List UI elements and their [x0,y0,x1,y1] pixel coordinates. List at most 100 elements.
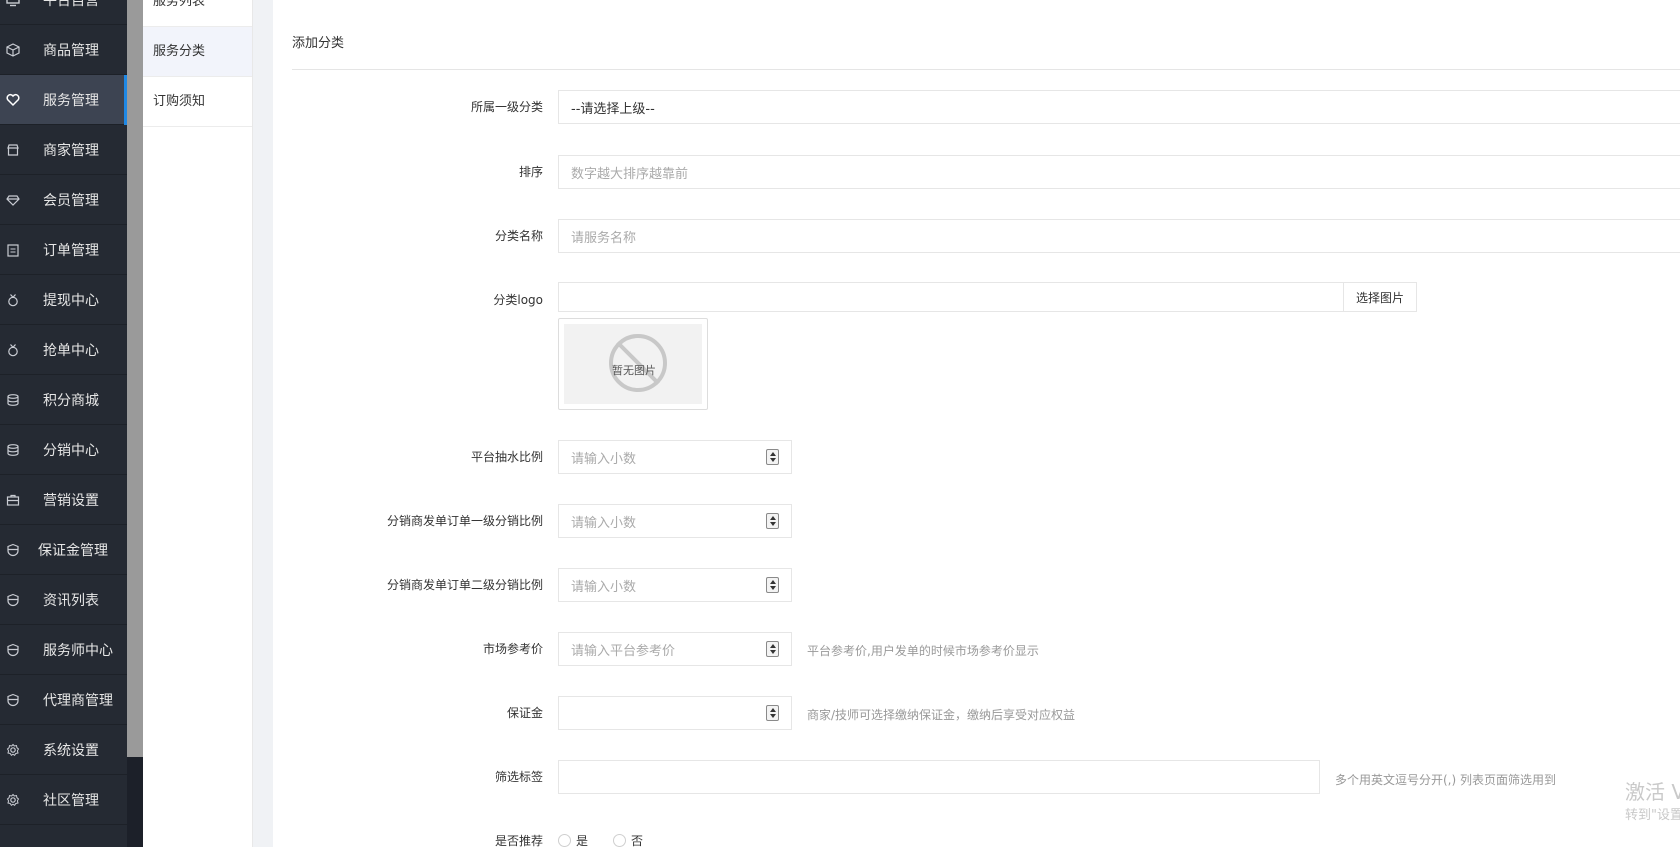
subnav-item-order-notice[interactable]: 订购须知 [143,77,252,127]
medal-icon [5,342,21,358]
deposit-input[interactable] [558,696,792,730]
sidebar-item-label: 提现中心 [43,292,99,309]
level2-ratio-label: 分销商发单订单二级分销比例 [386,578,543,592]
recommend-no-radio[interactable] [613,834,626,847]
sidebar-scrollbar[interactable] [127,0,143,847]
briefcase-icon [5,492,21,508]
sidebar-item-label: 会员管理 [43,192,99,209]
divider [292,69,1680,70]
subnav: 服务列表 服务分类 订购须知 [143,0,253,847]
sidebar-item-label: 服务管理 [43,92,99,109]
monitor-icon [5,0,21,8]
database-icon [5,442,21,458]
subnav-item-service-category[interactable]: 服务分类 [143,27,252,77]
gear-icon [5,792,21,808]
number-stepper[interactable] [766,577,779,593]
sidebar-item-label: 分销中心 [43,442,99,459]
select-image-button[interactable]: 选择图片 [1343,282,1417,312]
level1-ratio-label: 分销商发单订单一级分销比例 [386,514,543,528]
market-price-label: 市场参考价 [482,642,543,656]
deposit-label: 保证金 [506,706,543,720]
sidebar-item-label: 订单管理 [43,242,99,259]
category-name-label: 分类名称 [494,229,543,243]
category-name-input[interactable]: 请服务名称 [558,219,1680,253]
level1-ratio-input[interactable]: 请输入小数 [558,504,792,538]
logo-path-input[interactable] [558,282,1344,312]
sidebar-item-marketing[interactable]: 营销设置 [0,475,127,525]
shield-icon [5,592,21,608]
shield-icon [5,692,21,708]
gear-icon [5,742,21,758]
sort-placeholder: 数字越大排序越靠前 [571,166,689,182]
sidebar-item-label: 平台自营 [43,0,99,9]
number-stepper[interactable] [766,705,779,721]
sidebar: 平台自营 商品管理 服务管理 商家管理 会员管理 订单管理 提现中心 抢单中心 [0,0,143,847]
recommend-label: 是否推荐 [494,834,543,847]
page-title: 添加分类 [292,36,345,51]
filter-tags-hint: 多个用英文逗号分开(,) 列表页面筛选用到 [1335,773,1556,787]
logo-label: 分类logo [493,293,543,307]
sidebar-item-withdraw[interactable]: 提现中心 [0,275,127,325]
sidebar-item-label: 商品管理 [43,42,99,59]
sidebar-item-member[interactable]: 会员管理 [0,175,127,225]
sidebar-item-label: 抢单中心 [43,342,99,359]
number-stepper[interactable] [766,513,779,529]
sidebar-item-community[interactable]: 社区管理 [0,775,127,825]
sidebar-item-label: 积分商城 [43,392,99,409]
sidebar-item-goods[interactable]: 商品管理 [0,25,127,75]
sort-label: 排序 [518,165,543,179]
category-name-placeholder: 请服务名称 [571,230,637,246]
clipboard-icon [5,242,21,258]
sidebar-item-more[interactable] [0,825,127,847]
recommend-yes-label[interactable]: 是 [576,832,588,847]
activation-watermark-subtitle: 转到"设置 [1625,808,1680,823]
sidebar-item-deposit[interactable]: 保证金管理 [0,525,127,575]
sidebar-item-agent[interactable]: 代理商管理 [0,675,127,725]
sidebar-item-system-settings[interactable]: 系统设置 [0,725,127,775]
sidebar-scrollbar-thumb[interactable] [127,0,143,757]
parent-category-select[interactable]: --请选择上级-- [558,90,1680,124]
no-image-text: 暂无图片 [612,364,656,377]
deposit-hint: 商家/技师可选择缴纳保证金，缴纳后享受对应权益 [807,708,1076,722]
sidebar-item-points-mall[interactable]: 积分商城 [0,375,127,425]
sidebar-item-label: 服务师中心 [43,642,113,659]
sidebar-item-service[interactable]: 服务管理 [0,75,127,125]
number-stepper[interactable] [766,641,779,657]
main-panel: 添加分类 所属一级分类 --请选择上级-- 排序 数字越大排序越靠前 分类名称 … [273,0,1680,847]
sidebar-item-news[interactable]: 资讯列表 [0,575,127,625]
filter-tags-label: 筛选标签 [494,770,543,784]
sidebar-item-label: 营销设置 [43,492,99,509]
level2-ratio-placeholder: 请输入小数 [571,579,637,595]
sidebar-item-order[interactable]: 订单管理 [0,225,127,275]
market-price-hint: 平台参考价,用户发单的时候市场参考价显示 [807,644,1039,658]
database-icon [5,392,21,408]
sidebar-item-label: 代理商管理 [43,692,113,709]
sidebar-item-label: 社区管理 [43,792,99,809]
shield-icon [5,642,21,658]
filter-tags-input[interactable] [558,760,1320,794]
sidebar-item-label: 商家管理 [43,142,99,159]
logo-preview: 暂无图片 [558,318,708,410]
shield-icon [5,542,21,558]
sidebar-item-label: 系统设置 [43,742,99,759]
recommend-yes-radio[interactable] [558,834,571,847]
subnav-item-service-list[interactable]: 服务列表 [143,0,252,27]
medal-icon [5,292,21,308]
commission-input[interactable]: 请输入小数 [558,440,792,474]
number-stepper[interactable] [766,449,779,465]
sort-input[interactable]: 数字越大排序越靠前 [558,155,1680,189]
level2-ratio-input[interactable]: 请输入小数 [558,568,792,602]
store-icon [5,142,21,158]
sidebar-item-label: 保证金管理 [38,542,108,559]
recommend-no-label[interactable]: 否 [631,832,643,847]
level1-ratio-placeholder: 请输入小数 [571,515,637,531]
logo-preview-inner: 暂无图片 [564,324,702,404]
sidebar-item-grab-order[interactable]: 抢单中心 [0,325,127,375]
sidebar-item-self-operated[interactable]: 平台自营 [0,0,127,25]
sidebar-item-technician[interactable]: 服务师中心 [0,625,127,675]
sidebar-item-distribution[interactable]: 分销中心 [0,425,127,475]
heart-icon [5,92,21,108]
sidebar-item-merchant[interactable]: 商家管理 [0,125,127,175]
sidebar-item-label: 资讯列表 [43,592,99,609]
market-price-input[interactable]: 请输入平台参考价 [558,632,792,666]
